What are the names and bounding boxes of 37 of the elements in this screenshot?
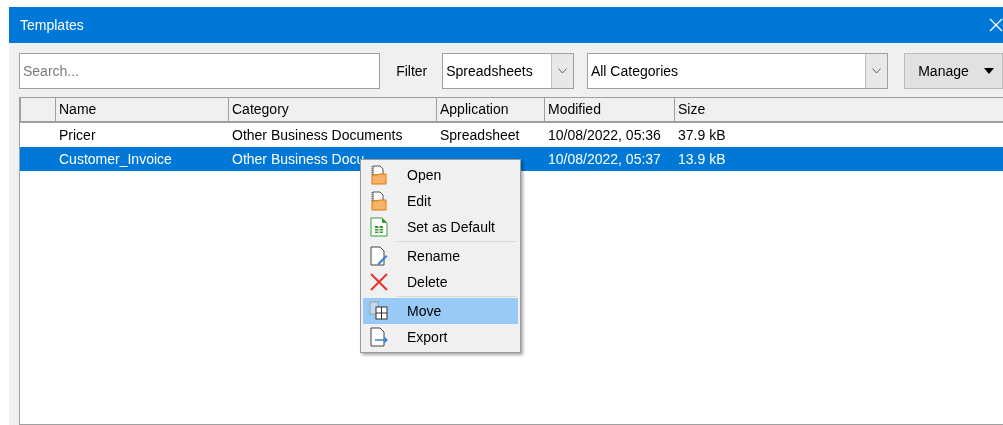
table-cell-text: Pricer: [58, 125, 97, 145]
column-header[interactable]: Size: [674, 98, 874, 121]
table-cell-text: 13.9 kB: [677, 149, 727, 169]
document-arrow-icon: [370, 327, 388, 347]
column-header[interactable]: Name: [55, 98, 228, 121]
column-header[interactable]: Application: [436, 98, 544, 121]
search-field[interactable]: Search...: [19, 53, 381, 89]
table-cell-text: Other Business Documents: [231, 125, 404, 145]
table-cell-text: 37.9 kB: [677, 125, 727, 145]
menu-item[interactable]: Edit: [363, 188, 518, 214]
folder-document-icon: [369, 165, 389, 185]
menu-item[interactable]: Delete: [363, 269, 518, 295]
column-header[interactable]: Category: [228, 98, 436, 121]
folder-document-icon: [369, 191, 389, 211]
spreadsheet-icon: [370, 217, 388, 237]
table-row[interactable]: Pricer Other Business Documents Spreadsheet 10/08/2022, 05:36 37.9 kB: [20, 123, 1003, 147]
menu-item[interactable]: Export: [363, 324, 518, 350]
move-icon: [369, 301, 389, 321]
chevron-down-icon: [557, 68, 567, 74]
menu-item[interactable]: Rename: [363, 243, 518, 269]
filter-label: Filter: [396, 61, 428, 81]
close-icon: [989, 18, 1003, 32]
table-cell-text: Customer_Invoice: [58, 149, 173, 169]
chevron-down-icon: [872, 68, 882, 74]
table-cell-text: 10/08/2022, 05:36: [547, 125, 662, 145]
table-cell-text: 10/08/2022, 05:37: [547, 149, 662, 169]
table-cell-text: Spreadsheet: [439, 125, 521, 145]
category-dropdown[interactable]: All Categories: [586, 53, 889, 89]
document-pencil-icon: [370, 246, 388, 266]
manage-button[interactable]: Manage: [904, 53, 1003, 89]
delete-icon: [370, 273, 388, 291]
column-header[interactable]: Modified: [544, 98, 674, 121]
menu-item[interactable]: Move: [363, 298, 518, 324]
window-title: Templates: [20, 15, 84, 35]
caret-icon: [984, 68, 994, 74]
application-dropdown[interactable]: Spreadsheets: [442, 53, 574, 89]
menu-item[interactable]: Set as Default: [363, 214, 518, 240]
